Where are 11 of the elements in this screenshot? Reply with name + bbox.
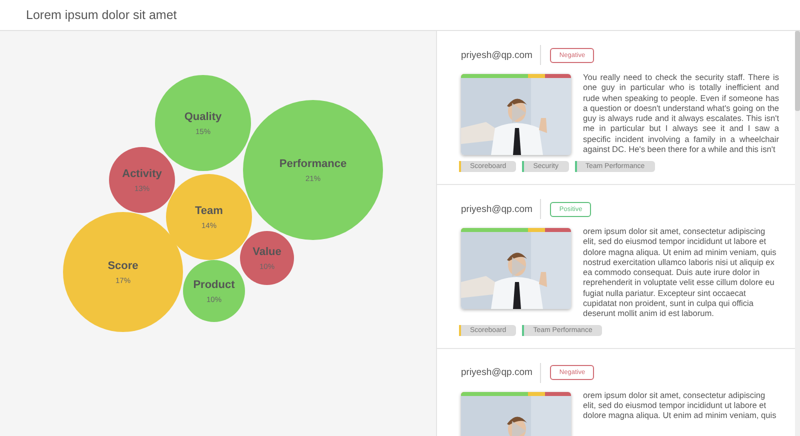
- feedback-text: orem ipsum dolor sit amet, consectetur adipiscing elit, sed do eiusmod tempor incididunt ut labore et dolore magna aliqua. Ut enim ad minim veniam, quis nostrud exercitation ullamco laboris nisi ut aliquip ex ea commodo consequat. Duis aute irure dolor in reprehenderit in voluptate velit esse cillum dolore eu fugiat nulla pariatur. Excepteur sint occaecat cupidatat non proident, sunt in culpa qui officia deserunt mollit anim id est laborum.: [583, 226, 778, 319]
- user-email: priyesh@qp.com: [461, 367, 532, 378]
- page-title: Lorem ipsum dolor sit amet: [26, 8, 177, 22]
- play-icon[interactable]: [512, 103, 526, 123]
- scrollbar[interactable]: [795, 31, 800, 436]
- feedback-text: orem ipsum dolor sit amet, consectetur adipiscing elit, sed do eiusmod tempor incididunt ut labore et dolore magna aliqua. Ut enim ad minim veniam, quis: [583, 390, 778, 422]
- user-email: priyesh@qp.com: [461, 50, 532, 60]
- feedback-text: You really need to check the security staff. There is one guy in particular who is totally inefficient and rude when speaking to people. Even if someone has a question or doesn't understand what's going on the guy is always rude and it always escalates. This isn't me in particular but I always see it and I saw a specific incident involving a family in a wheelchair against DC. He's been there for a while and this isn't: [583, 72, 779, 155]
- user-email: priyesh@qp.com: [461, 204, 532, 214]
- play-icon[interactable]: [512, 257, 526, 277]
- play-icon[interactable]: [512, 420, 526, 436]
